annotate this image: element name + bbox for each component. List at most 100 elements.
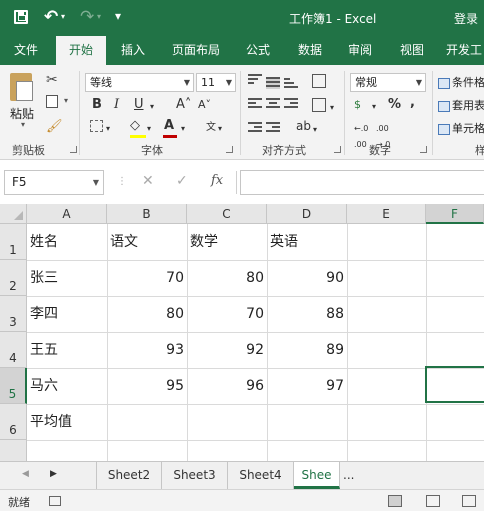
cell-d1[interactable]: 英语 (267, 224, 347, 260)
cell-b5[interactable]: 95 (107, 368, 187, 404)
sheet-tab-sheet3[interactable]: Sheet3 (162, 462, 228, 489)
paste-dropdown-icon[interactable]: ▾ (21, 120, 25, 129)
align-center-icon[interactable] (266, 98, 280, 110)
cell-a5[interactable]: 马六 (27, 368, 107, 404)
tab-file[interactable]: 文件 (4, 36, 48, 65)
sheet-scroll-left-icon[interactable]: ◀ (22, 469, 29, 479)
bold-button[interactable]: B (92, 97, 102, 113)
sheet-scroll-right-icon[interactable]: ▶ (50, 469, 57, 479)
row-header[interactable]: 6 (0, 404, 27, 440)
active-cell-f5[interactable] (425, 366, 484, 403)
column-header[interactable]: A (27, 204, 107, 224)
percent-button[interactable]: % (388, 97, 401, 113)
align-middle-icon[interactable] (266, 77, 280, 89)
page-layout-view-icon[interactable] (426, 495, 440, 507)
comma-button[interactable]: , (410, 95, 415, 111)
formula-input[interactable] (240, 170, 484, 195)
insert-function-button[interactable]: fx (211, 173, 223, 188)
alignment-launcher-icon[interactable] (334, 146, 341, 153)
name-box[interactable]: F5 ▼ (4, 170, 104, 195)
phonetic-button[interactable]: 文 (206, 120, 216, 136)
font-color-button[interactable]: A (164, 118, 174, 134)
more-sheets-button[interactable]: ... (343, 468, 354, 482)
macro-record-icon[interactable] (49, 496, 61, 506)
clipboard-launcher-icon[interactable] (70, 146, 77, 153)
font-size-select[interactable]: 11 ▼ (196, 73, 236, 92)
column-header[interactable]: E (347, 204, 426, 224)
underline-button[interactable]: U (134, 97, 144, 113)
tab-developer[interactable]: 开发工 (444, 36, 484, 65)
column-header[interactable]: F (426, 204, 484, 224)
row-header[interactable]: 2 (0, 260, 27, 296)
sheet-tab-sheet2[interactable]: Sheet2 (96, 462, 162, 489)
merge-center-icon[interactable] (312, 98, 326, 112)
align-bottom-icon[interactable] (284, 78, 298, 90)
cell-c4[interactable]: 92 (187, 332, 267, 368)
cell-b4[interactable]: 93 (107, 332, 187, 368)
cell-c2[interactable]: 80 (187, 260, 267, 296)
cell-c3[interactable]: 70 (187, 296, 267, 332)
format-painter-icon[interactable]: 🖌 (46, 119, 63, 134)
merge-dropdown-icon[interactable]: ▾ (330, 100, 334, 116)
font-launcher-icon[interactable] (226, 146, 233, 153)
cut-icon[interactable]: ✂ (46, 72, 58, 88)
sheet-tab-active[interactable]: Shee (294, 462, 340, 489)
tab-review[interactable]: 审阅 (340, 36, 380, 65)
grow-font-button[interactable]: A˄ (176, 97, 191, 113)
cell-b1[interactable]: 语文 (107, 224, 187, 260)
save-icon[interactable] (14, 10, 28, 24)
cell-c5[interactable]: 96 (187, 368, 267, 404)
enter-button[interactable]: ✓ (176, 173, 188, 189)
orientation-dropdown-icon[interactable]: ▾ (313, 122, 317, 138)
cell-d5[interactable]: 97 (267, 368, 347, 404)
conditional-formatting-button[interactable]: 条件格 (438, 74, 484, 90)
normal-view-icon[interactable] (388, 495, 402, 507)
tab-insert[interactable]: 插入 (114, 36, 152, 65)
increase-indent-icon[interactable] (266, 122, 280, 134)
formula-bar-grip-icon[interactable]: ⋮ (117, 176, 127, 187)
column-header[interactable]: D (267, 204, 347, 224)
increase-decimal-button[interactable]: ←.0.00 (354, 121, 368, 153)
currency-dropdown-icon[interactable]: ▾ (372, 99, 376, 115)
font-color-dropdown-icon[interactable]: ▾ (181, 121, 185, 137)
column-header[interactable]: B (107, 204, 187, 224)
paste-icon[interactable] (10, 73, 33, 101)
align-top-icon[interactable] (248, 74, 262, 86)
cell-d4[interactable]: 89 (267, 332, 347, 368)
row-header[interactable]: 5 (0, 368, 27, 404)
select-all-button[interactable] (0, 204, 27, 224)
cell-a4[interactable]: 王五 (27, 332, 107, 368)
italic-button[interactable]: I (114, 97, 119, 113)
undo-icon[interactable]: ↶ (44, 8, 58, 26)
number-format-select[interactable]: 常规 ▼ (350, 73, 426, 92)
row-header[interactable]: 4 (0, 332, 27, 368)
cell-b3[interactable]: 80 (107, 296, 187, 332)
cancel-button[interactable]: ✕ (142, 173, 154, 189)
align-right-icon[interactable] (284, 98, 298, 110)
copy-icon[interactable] (46, 95, 58, 108)
row-header[interactable]: 1 (0, 224, 27, 260)
currency-button[interactable]: $ (354, 97, 361, 113)
cell-d3[interactable]: 88 (267, 296, 347, 332)
column-header[interactable]: C (187, 204, 267, 224)
border-icon[interactable] (90, 120, 103, 132)
customize-icon[interactable]: ▾ (115, 9, 121, 23)
fill-color-dropdown-icon[interactable]: ▾ (147, 121, 151, 137)
fill-color-icon[interactable]: ◇ (130, 118, 140, 134)
tab-formulas[interactable]: 公式 (238, 36, 278, 65)
font-name-select[interactable]: 等线 ▼ (85, 73, 194, 92)
cell-d2[interactable]: 90 (267, 260, 347, 296)
row-header[interactable]: 7 (0, 440, 27, 461)
cell-a6[interactable]: 平均值 (27, 404, 107, 440)
login-button[interactable]: 登录 (454, 10, 478, 27)
cell-styles-button[interactable]: 单元格 (438, 120, 484, 136)
cell-a1[interactable]: 姓名 (27, 224, 107, 260)
cell-c1[interactable]: 数学 (187, 224, 267, 260)
phonetic-dropdown-icon[interactable]: ▾ (218, 121, 222, 137)
cell-a3[interactable]: 李四 (27, 296, 107, 332)
underline-dropdown-icon[interactable]: ▾ (150, 99, 154, 115)
border-dropdown-icon[interactable]: ▾ (106, 121, 110, 137)
tab-data[interactable]: 数据 (290, 36, 330, 65)
copy-dropdown-icon[interactable]: ▾ (64, 96, 68, 105)
tab-home[interactable]: 开始 (56, 36, 106, 65)
